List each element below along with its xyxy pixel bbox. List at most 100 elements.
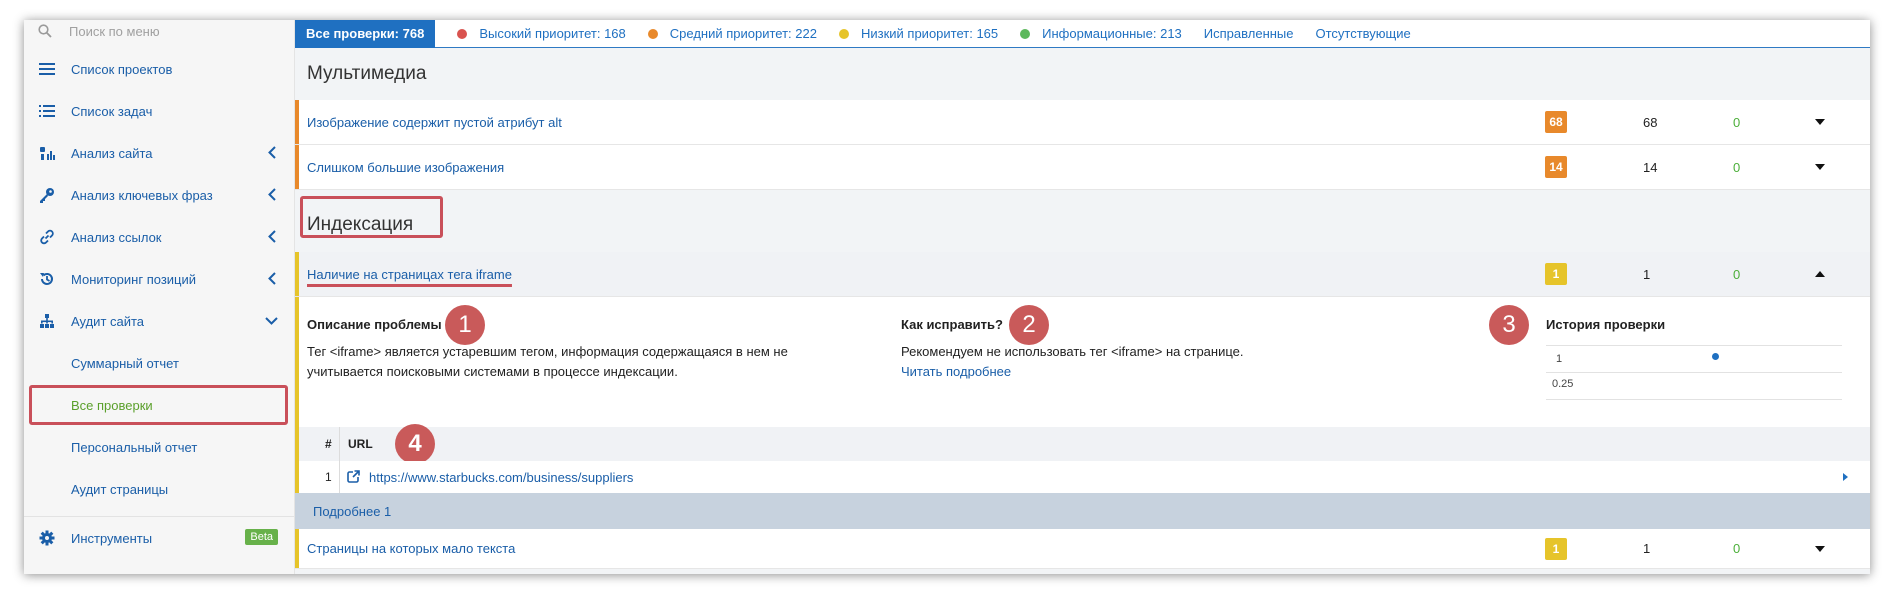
chart-gridline: [1546, 372, 1842, 373]
site-analysis-icon: [38, 144, 56, 162]
filter-bar: Все проверки: 768 Высокий приоритет: 168…: [295, 20, 1870, 48]
sidebar-subitem-label: Суммарный отчет: [71, 355, 179, 371]
filter-fixed[interactable]: Исправленные: [1204, 26, 1294, 41]
check-row-low-text[interactable]: Страницы на которых мало текста 1 1 0: [295, 529, 1870, 569]
caret-down-icon[interactable]: [1815, 119, 1825, 125]
section-title-text: Мультимедиа: [307, 63, 427, 84]
priority-bar: [295, 297, 299, 427]
filter-medium-priority[interactable]: Средний приоритет: 222: [647, 26, 817, 41]
filter-label: Информационные: 213: [1042, 26, 1182, 41]
sidebar-item-projects[interactable]: Список проектов: [24, 48, 294, 90]
sidebar-subitem-page-audit[interactable]: Аудит страницы: [24, 468, 294, 510]
sidebar-subitem-label: Персональный отчет: [71, 439, 198, 455]
high-priority-dot: [457, 28, 468, 39]
url-link[interactable]: https://www.starbucks.com/business/suppl…: [369, 470, 633, 485]
sidebar-subitem-summary[interactable]: Суммарный отчет: [24, 342, 294, 384]
chart-point: [1712, 353, 1719, 360]
sidebar-item-tasks[interactable]: Список задач: [24, 90, 294, 132]
caret-right-icon[interactable]: [1843, 473, 1848, 481]
highlight-box: [29, 385, 288, 425]
check-title-link[interactable]: Наличие на страницах тега iframe: [307, 267, 512, 282]
sidebar-item-tools[interactable]: Инструменты Beta: [24, 517, 294, 559]
check-title-link[interactable]: Изображение содержит пустой атрибут alt: [307, 115, 562, 130]
tab-all-checks[interactable]: Все проверки: 768: [295, 20, 436, 48]
filter-label: Низкий приоритет: 165: [860, 26, 999, 41]
count-badge: 1: [1545, 263, 1567, 285]
count-badge: 1: [1545, 537, 1567, 560]
fixed-count: 0: [1733, 541, 1741, 556]
fix-text: Рекомендуем не использовать тег <iframe>…: [901, 342, 1244, 382]
sidebar-item-label: Список задач: [71, 103, 153, 119]
fixed-count: 0: [1733, 114, 1741, 130]
chevron-left-icon: [268, 146, 276, 159]
count-badge: 14: [1545, 156, 1567, 178]
priority-bar: [295, 252, 299, 296]
sidebar-item-label: Анализ ссылок: [71, 229, 162, 245]
check-title-link[interactable]: Страницы на которых мало текста: [307, 541, 515, 556]
marker-badge: 2: [1009, 305, 1049, 345]
col-header-num: #: [325, 437, 332, 451]
marker-badge: 1: [445, 305, 485, 345]
menu-search[interactable]: Поиск по меню: [24, 20, 294, 42]
info-dot: [1020, 28, 1031, 39]
col-header-url: URL: [348, 437, 373, 451]
list-icon: [38, 102, 56, 120]
read-more-link[interactable]: Читать подробнее: [901, 362, 1244, 382]
section-title-multimedia: Мультимедиа: [295, 48, 1870, 100]
section-title-indexing: Индексация: [295, 190, 1870, 252]
sidebar-item-site-audit[interactable]: Аудит сайта: [24, 300, 294, 342]
more-button[interactable]: Подробнее 1: [295, 493, 1870, 529]
total-count: 68: [1643, 114, 1658, 130]
external-link-icon[interactable]: [347, 470, 360, 483]
highlight-box: [300, 196, 443, 238]
hamburger-icon: [38, 60, 56, 78]
check-title-link[interactable]: Слишком большие изображения: [307, 160, 504, 175]
filter-high-priority[interactable]: Высокий приоритет: 168: [457, 26, 626, 41]
sidebar-item-keyword-analysis[interactable]: Анализ ключевых фраз: [24, 174, 294, 216]
medium-priority-dot: [647, 28, 658, 39]
check-row-iframe[interactable]: Наличие на страницах тега iframe 1 1 0: [295, 252, 1870, 297]
sidebar-item-label: Инструменты: [71, 530, 153, 546]
total-count: 1: [1643, 266, 1651, 282]
caret-down-icon[interactable]: [1815, 164, 1825, 170]
priority-bar: [295, 145, 299, 189]
problem-text: Тег <iframe> является устаревшим тегом, …: [307, 342, 788, 382]
chevron-left-icon: [268, 188, 276, 201]
sidebar-item-label: Анализ ключевых фраз: [71, 187, 213, 203]
sidebar-subitem-personal-report[interactable]: Персональный отчет: [24, 426, 294, 468]
fix-heading: Как исправить?: [901, 317, 1003, 332]
low-priority-dot: [838, 28, 849, 39]
chevron-left-icon: [268, 230, 276, 243]
sidebar-item-site-analysis[interactable]: Анализ сайта: [24, 132, 294, 174]
filter-missing[interactable]: Отсутствующие: [1316, 26, 1411, 41]
url-table-header: # URL 4: [295, 424, 1870, 464]
url-row[interactable]: 1 https://www.starbucks.com/business/sup…: [295, 461, 1870, 493]
sidebar-item-link-analysis[interactable]: Анализ ссылок: [24, 216, 294, 258]
marker-badge: 4: [395, 424, 435, 464]
priority-bar: [295, 427, 299, 461]
priority-bar: [295, 529, 299, 568]
total-count: 1: [1643, 541, 1651, 556]
check-row-large-images[interactable]: Слишком большие изображения 14 14 0: [295, 145, 1870, 190]
sidebar-item-position-monitoring[interactable]: Мониторинг позиций: [24, 258, 294, 300]
menu-search-placeholder: Поиск по меню: [69, 23, 160, 39]
check-row-empty-alt[interactable]: Изображение содержит пустой атрибут alt …: [295, 100, 1870, 145]
marker-badge: 3: [1489, 305, 1529, 345]
sidebar-item-label: Мониторинг позиций: [71, 271, 197, 287]
caret-down-icon[interactable]: [1815, 545, 1825, 552]
sidebar-item-label: Аудит сайта: [71, 313, 145, 329]
col-divider: [339, 461, 340, 493]
expanded-check-iframe: Наличие на страницах тега iframe 1 1 0 О…: [295, 252, 1870, 569]
history-heading: История проверки: [1546, 317, 1666, 332]
filter-low-priority[interactable]: Низкий приоритет: 165: [838, 26, 999, 41]
fixed-count: 0: [1733, 266, 1741, 282]
filter-informational[interactable]: Информационные: 213: [1020, 26, 1182, 41]
caret-up-icon[interactable]: [1815, 271, 1825, 277]
check-details: Описание проблемы Тег <iframe> является …: [295, 297, 1870, 427]
search-icon: [38, 24, 52, 38]
problem-heading: Описание проблемы: [307, 317, 442, 332]
count-badge: 68: [1545, 111, 1567, 133]
history-icon: [38, 270, 56, 288]
sidebar-subitem-all-checks[interactable]: Все проверки: [24, 384, 294, 426]
sidebar-subitem-label: Аудит страницы: [71, 481, 169, 497]
